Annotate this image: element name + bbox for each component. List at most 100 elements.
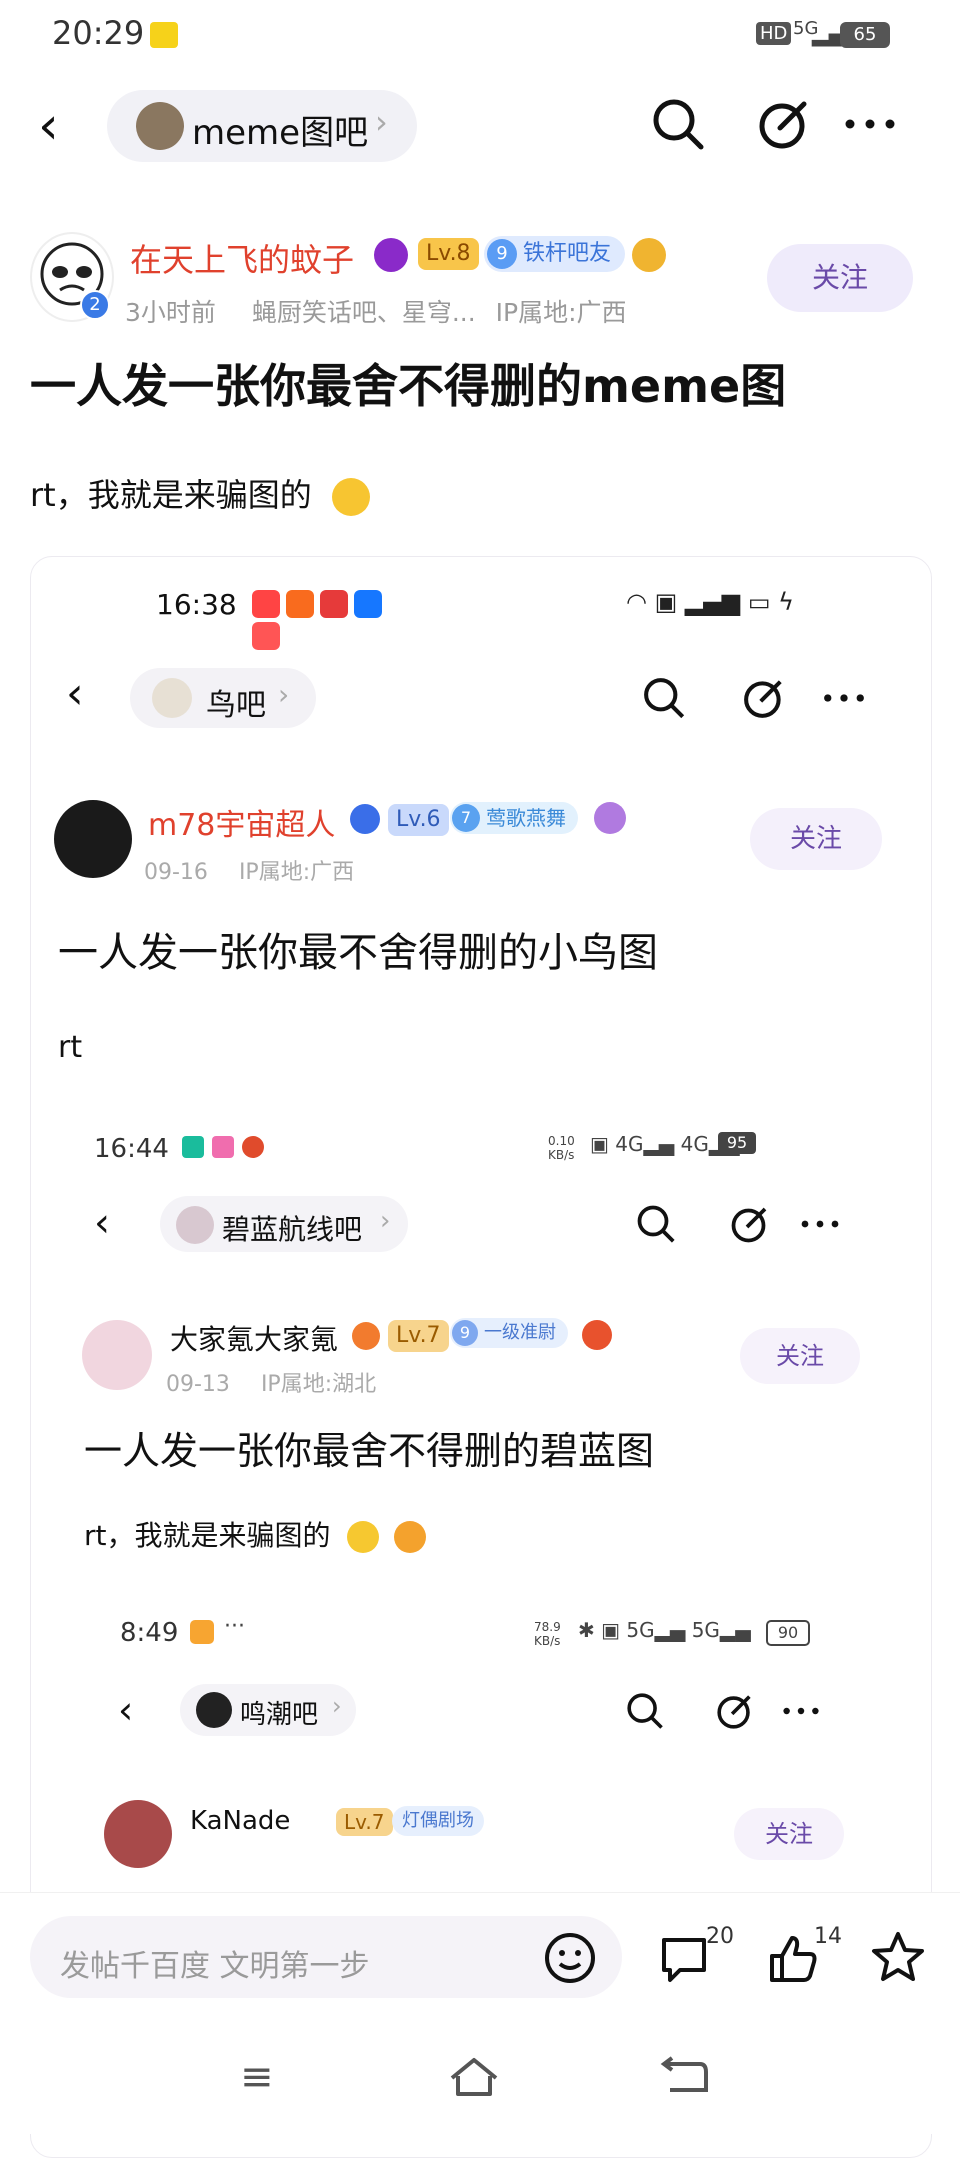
embed3-badge-label: 灯偶剧场: [402, 1810, 474, 1831]
embed2-emoji-2: [394, 1521, 427, 1553]
post-from-forums[interactable]: 蝇厨笑话吧、星穹...: [252, 298, 476, 327]
embed3-badge: 灯偶剧场: [392, 1806, 484, 1836]
embed1-medal-icon: [594, 802, 626, 834]
embed1-author-avatar: [54, 800, 132, 878]
embed1-badge-label: 莺歌燕舞: [486, 806, 566, 830]
embed1-back-icon: ‹: [66, 668, 84, 719]
embed2-medal-icon: [582, 1320, 612, 1350]
embed2-author-name: 大家氪大家氪: [170, 1323, 339, 1356]
embed2-level-badge: Lv.7: [388, 1320, 449, 1352]
home-nav-icon[interactable]: [446, 2054, 502, 2100]
embed3-author-name: KaNade: [190, 1806, 291, 1836]
embed3-level-badge: Lv.7: [336, 1808, 393, 1836]
post-body: rt，我就是来骗图的: [30, 470, 370, 516]
embed3-more-notifications: ···: [224, 1614, 245, 1639]
embed1-meta: 09-16 IP属地:广西: [144, 854, 354, 886]
embed1-edit-icon: [744, 680, 782, 718]
embed3-app-icon: [190, 1620, 214, 1644]
embed2-forum-avatar: [176, 1206, 214, 1244]
embed2-search-icon: [637, 1205, 675, 1243]
embed1-date: 09-16: [144, 860, 208, 885]
embed3-back-icon: ‹: [118, 1688, 134, 1732]
embed3-follow-button: 关注: [734, 1808, 844, 1860]
emoji-picker-icon[interactable]: [542, 1930, 598, 1986]
embed3-search-icon: [627, 1693, 663, 1729]
hd-icon: HD: [756, 22, 792, 45]
forum-avatar[interactable]: [136, 102, 184, 150]
battery-icon: 65: [840, 22, 890, 48]
post-time: 3小时前: [125, 298, 216, 327]
reply-input-placeholder[interactable]: 发帖千百度 文明第一步: [60, 1941, 370, 1985]
embed1-search-icon: [644, 678, 685, 719]
edit-icon[interactable]: [752, 92, 816, 156]
embed3-chevron-icon: ›: [332, 1692, 342, 1720]
post-ip: IP属地:广西: [495, 298, 627, 327]
embed2-badge-label: 一级准尉: [484, 1322, 556, 1343]
membership-badge: 9 铁杆吧友: [484, 236, 626, 272]
embed1-forum-name: 鸟吧: [206, 688, 266, 723]
avatar-badge-number: 2: [89, 294, 101, 315]
medal-icon: [632, 238, 666, 272]
embed2-app-icons: [182, 1136, 264, 1162]
post-title: 一人发一张你最舍不得删的meme图: [30, 359, 787, 413]
embed3-battery-level: 90: [777, 1623, 799, 1642]
forum-name[interactable]: meme图吧: [192, 105, 368, 154]
embed1-author-name: m78宇宙超人: [148, 808, 336, 843]
embed1-level-badge: Lv.6: [388, 804, 449, 836]
avatar-badge: 2: [80, 290, 110, 320]
embed2-time: 16:44: [94, 1134, 169, 1164]
embed1-status-icons: ◠ ▣ ▂▄▆ ▭ ϟ: [626, 588, 795, 616]
embed3-forum-avatar: [196, 1692, 232, 1728]
embed2-battery: 95: [718, 1132, 756, 1154]
embed2-body-text: rt，我就是来骗图的: [84, 1519, 331, 1552]
embed2-date: 09-13: [166, 1372, 230, 1397]
badge-label: 铁杆吧友: [523, 241, 612, 266]
embed2-edit-icon: [731, 1207, 767, 1243]
battery-level: 65: [853, 24, 877, 45]
status-bar: 20:29 HD 5G ▂▄▆ 65: [0, 0, 960, 78]
post-meta: 3小时前 蝇厨笑话吧、星穹... IP属地:广西: [125, 293, 627, 329]
like-count: 14: [814, 1924, 842, 1949]
embed2-netspeed: 0.10 KB/s: [548, 1134, 575, 1162]
menu-nav-icon[interactable]: ≡: [240, 2054, 274, 2100]
comment-count: 20: [706, 1924, 734, 1949]
embed2-badge-number: 9: [452, 1320, 478, 1346]
badge-number: 9: [487, 239, 517, 269]
level-badge: Lv.8: [418, 238, 479, 270]
embed3-author-avatar: [104, 1800, 172, 1868]
embed2-membership-badge: 9 一级准尉: [450, 1318, 568, 1348]
crown-icon: [374, 238, 408, 272]
embed2-body: rt，我就是来骗图的: [84, 1514, 427, 1554]
author-name[interactable]: 在天上飞的蚊子: [130, 235, 354, 281]
favorite-icon[interactable]: [868, 1928, 928, 1988]
embed2-chevron-icon: ›: [380, 1206, 391, 1236]
embed3-status-icons: ✱ ▣ 5G▂▄ 5G▂▄: [578, 1618, 751, 1642]
embed3-time: 8:49: [120, 1618, 179, 1648]
embed1-follow-button: 关注: [750, 808, 882, 870]
embed2-forum-name: 碧蓝航线吧: [222, 1213, 363, 1246]
embed1-crown-icon: [350, 804, 380, 834]
embed2-battery-level: 95: [726, 1133, 748, 1152]
emoji-icon: [331, 478, 370, 516]
embed3-netspeed: 78.9 KB/s: [534, 1620, 561, 1648]
embed2-emoji-1: [347, 1521, 380, 1553]
more-icon[interactable]: [838, 92, 902, 156]
embed1-body: rt: [58, 1030, 83, 1065]
embed2-title: 一人发一张你最舍不得删的碧蓝图: [84, 1429, 655, 1473]
embed3-edit-icon: [717, 1695, 751, 1729]
notification-icon: [150, 22, 178, 48]
embed3-battery: 90: [766, 1620, 810, 1646]
embed2-ip: IP属地:湖北: [260, 1372, 377, 1397]
follow-button[interactable]: 关注: [767, 244, 913, 312]
embed2-follow-button: 关注: [740, 1328, 860, 1384]
back-nav-icon[interactable]: [656, 2054, 712, 2100]
post-body-text: rt，我就是来骗图的: [30, 476, 312, 514]
back-icon[interactable]: ‹: [38, 100, 78, 156]
search-icon[interactable]: [646, 92, 710, 156]
embed1-badge-number: 7: [452, 804, 480, 832]
embed2-back-icon: ‹: [94, 1200, 110, 1246]
embed2-more-icon: [801, 1220, 839, 1228]
embed1-ip: IP属地:广西: [238, 860, 355, 885]
chevron-right-icon: ›: [375, 103, 388, 141]
embed3-forum-name: 鸣潮吧: [240, 1700, 319, 1730]
